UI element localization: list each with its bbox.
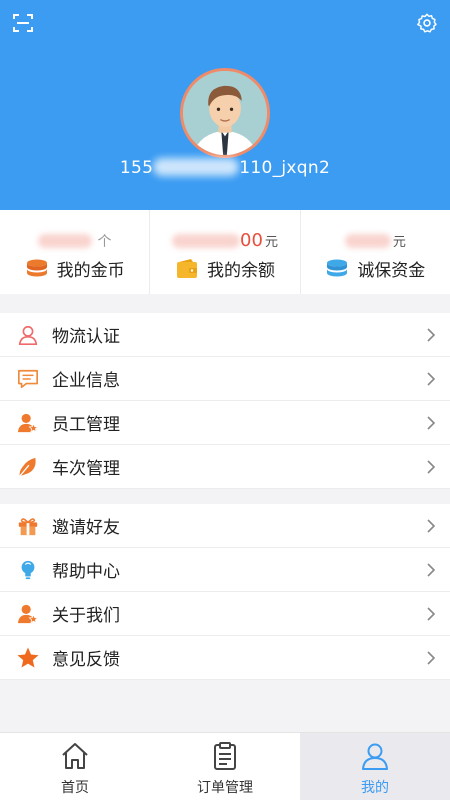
stat-label-balance: 我的余额 [206,261,275,281]
chevron-right-icon [427,519,436,533]
deposit-value: 元 [301,230,450,252]
user-star-icon [17,604,39,623]
menu-label: 车次管理 [52,459,120,479]
stat-balance[interactable]: 00 元 我的余额 [149,210,299,294]
menu-label: 物流认证 [52,327,120,347]
chevron-right-icon [427,372,436,386]
stats-bar: 个 我的金币 00 元 我的余额 元 诚保资金 [0,210,450,294]
username-prefix: 155 [119,158,154,178]
tab-label: 订单管理 [197,780,253,796]
star-icon [17,647,39,667]
username-suffix: 110_jxqn2 [239,158,331,178]
menu-label: 关于我们 [52,606,120,626]
menu-item-help[interactable]: 帮助中心 [0,548,450,592]
chevron-right-icon [427,328,436,342]
avatar-illustration [183,71,267,155]
menu-group-account: 物流认证 企业信息 员工管理 车次管理 [0,313,450,489]
balance-value: 00 元 [150,230,299,252]
stat-label-coins: 我的金币 [56,261,125,281]
coin-stack-icon [26,259,47,276]
menu-label: 企业信息 [52,371,120,391]
home-icon [62,743,88,769]
stat-label-deposit: 诚保资金 [357,261,426,281]
chevron-right-icon [427,416,436,430]
menu-label: 邀请好友 [52,518,120,538]
menu-item-trips[interactable]: 车次管理 [0,445,450,489]
stat-coins[interactable]: 个 我的金币 [0,210,149,294]
scan-icon[interactable] [12,12,34,34]
lightbulb-icon [21,560,35,579]
clipboard-icon [214,742,236,770]
menu-label: 意见反馈 [52,650,120,670]
menu-item-feedback[interactable]: 意见反馈 [0,636,450,680]
chevron-right-icon [427,651,436,665]
menu-label: 帮助中心 [52,562,120,582]
gear-icon[interactable] [416,12,438,34]
user-icon [362,743,388,770]
chevron-right-icon [427,563,436,577]
tab-label: 首页 [61,780,89,796]
wallet-icon [176,258,197,278]
user-star-icon [17,413,39,432]
bottom-tab-bar: 首页 订单管理 我的 [0,732,450,800]
menu-item-invite[interactable]: 邀请好友 [0,504,450,548]
tab-orders[interactable]: 订单管理 [150,733,300,800]
avatar[interactable] [180,68,270,158]
user-outline-icon [18,325,38,345]
menu-item-about[interactable]: 关于我们 [0,592,450,636]
username-redacted [153,158,240,176]
gift-icon [18,517,38,535]
chevron-right-icon [427,607,436,621]
menu-group-support: 邀请好友 帮助中心 关于我们 意见反馈 [0,504,450,680]
coins-value: 个 [0,230,149,252]
menu-item-staff[interactable]: 员工管理 [0,401,450,445]
tab-mine[interactable]: 我的 [300,733,450,800]
menu-label: 员工管理 [52,415,120,435]
database-icon [327,259,348,276]
stat-deposit[interactable]: 元 诚保资金 [299,210,450,294]
chevron-right-icon [427,460,436,474]
profile-header: 155 110_jxqn2 [0,0,450,210]
tab-label: 我的 [361,780,389,796]
menu-item-logistics-auth[interactable]: 物流认证 [0,313,450,357]
username: 155 110_jxqn2 [0,158,450,178]
leaf-icon [19,457,36,477]
tab-home[interactable]: 首页 [0,733,150,800]
message-list-icon [18,369,38,388]
menu-item-company-info[interactable]: 企业信息 [0,357,450,401]
